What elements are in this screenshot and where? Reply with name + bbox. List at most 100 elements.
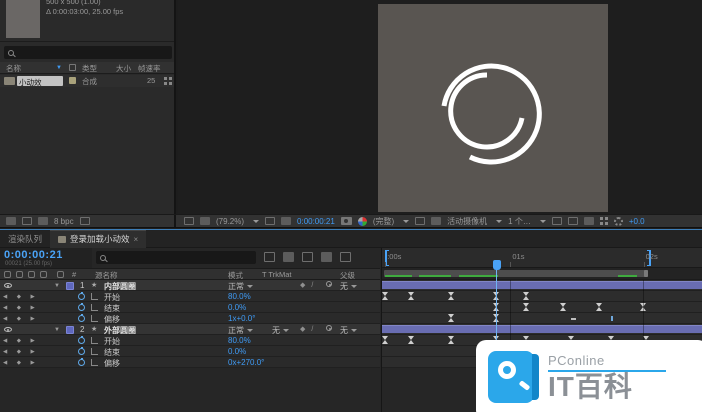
work-area-end-handle[interactable]: [644, 270, 648, 277]
pickwhip-icon[interactable]: [326, 325, 332, 331]
project-column-headers[interactable]: 名称 ▼ 类型 大小 帧速率: [0, 62, 176, 74]
item-label-color[interactable]: [69, 77, 76, 84]
selected-keyframe-icon[interactable]: [611, 316, 613, 321]
grid-guides-icon[interactable]: [265, 217, 275, 225]
project-search-input[interactable]: [4, 46, 172, 59]
layer-duration-bar[interactable]: [382, 325, 702, 333]
playhead-handle[interactable]: [493, 260, 501, 270]
solo-column-icon[interactable]: [28, 271, 35, 278]
timeline-button-icon[interactable]: [584, 217, 594, 225]
layer-duration-track[interactable]: [382, 280, 702, 291]
property-row[interactable]: ◀ ◆ ▶结束0.0%: [0, 302, 380, 313]
interpret-footage-icon[interactable]: [6, 217, 16, 225]
timeline-search-input[interactable]: [96, 251, 256, 264]
fast-preview-icon[interactable]: [568, 217, 578, 225]
current-time-block[interactable]: 0:00:00:21 00021 (25.00 fps): [0, 248, 92, 268]
graph-toggle-icon[interactable]: [91, 359, 98, 366]
pixel-aspect-icon[interactable]: [552, 217, 562, 225]
column-type[interactable]: 类型: [82, 63, 97, 74]
flowchart-icon[interactable]: [184, 217, 194, 225]
property-value[interactable]: 0x+270.0°: [228, 358, 264, 367]
stopwatch-icon[interactable]: [78, 348, 85, 355]
property-value[interactable]: 0.0%: [228, 347, 246, 356]
work-area-range[interactable]: [384, 270, 649, 277]
label-column-icon[interactable]: [57, 271, 64, 278]
property-value[interactable]: 0.0%: [228, 303, 246, 312]
graph-editor-icon[interactable]: [340, 252, 351, 262]
project-item-row[interactable]: 小动效 合成 25: [0, 75, 176, 87]
channels-icon[interactable]: [358, 217, 367, 226]
keyframe-navigator[interactable]: ◀ ◆ ▶: [3, 338, 39, 344]
new-folder-icon[interactable]: [22, 217, 32, 225]
timeline-timecode[interactable]: 0:00:00:21: [4, 249, 63, 261]
gear-icon[interactable]: [614, 217, 623, 226]
property-value[interactable]: 1x+0.0°: [228, 314, 255, 323]
graph-toggle-icon[interactable]: [91, 315, 98, 322]
hold-keyframe-icon[interactable]: [571, 318, 576, 320]
work-area-bar[interactable]: [382, 268, 702, 280]
property-row[interactable]: ◀ ◆ ▶开始80.0%: [0, 291, 380, 302]
expander-icon[interactable]: ▼: [54, 283, 60, 289]
stopwatch-icon[interactable]: [78, 337, 85, 344]
property-name[interactable]: 偏移: [104, 358, 120, 369]
layer-duration-track[interactable]: [382, 324, 702, 335]
property-row[interactable]: ◀ ◆ ▶偏移1x+0.0°: [0, 313, 380, 324]
eye-icon[interactable]: [4, 283, 12, 288]
lock-column-icon[interactable]: [40, 271, 47, 278]
expander-icon[interactable]: ▼: [54, 327, 60, 333]
layer-row[interactable]: ▼1★内部圆圈正常◆ /无: [0, 280, 380, 291]
graph-toggle-icon[interactable]: [91, 337, 98, 344]
stopwatch-icon[interactable]: [78, 304, 85, 311]
keyframe-track[interactable]: [382, 302, 702, 313]
property-value[interactable]: 80.0%: [228, 292, 251, 301]
item-name-field[interactable]: 小动效: [17, 76, 63, 86]
composition-canvas[interactable]: [378, 4, 608, 212]
tab-composition[interactable]: 登录加载小动效 ×: [50, 230, 146, 248]
pickwhip-icon[interactable]: [326, 281, 332, 287]
property-row[interactable]: ◀ ◆ ▶开始80.0%: [0, 335, 380, 346]
property-row[interactable]: ◀ ◆ ▶结束0.0%: [0, 346, 380, 357]
region-of-interest-icon[interactable]: [415, 217, 425, 225]
column-size[interactable]: 大小: [116, 63, 131, 74]
transparency-grid-icon[interactable]: [431, 217, 441, 225]
eye-icon[interactable]: [4, 327, 12, 332]
camera-view-value[interactable]: 活动摄像机: [447, 216, 487, 227]
close-icon[interactable]: ×: [134, 235, 139, 244]
graph-toggle-icon[interactable]: [91, 293, 98, 300]
keyframe-navigator[interactable]: ◀ ◆ ▶: [3, 305, 39, 311]
graph-toggle-icon[interactable]: [91, 348, 98, 355]
video-column-icon[interactable]: [4, 271, 11, 278]
resolution-value[interactable]: (完整): [373, 216, 394, 227]
column-framerate[interactable]: 帧速率: [138, 63, 161, 74]
time-ruler[interactable]: :00s01s02s: [382, 248, 702, 268]
layer-label-color[interactable]: [66, 326, 74, 334]
project-bpc[interactable]: 8 bpc: [54, 217, 74, 226]
motion-blur-icon[interactable]: [321, 252, 332, 262]
layer-switches[interactable]: ◆ /: [300, 281, 315, 289]
exposure-value[interactable]: +0.0: [629, 217, 645, 226]
viewer-timecode[interactable]: 0:00:00:21: [297, 217, 335, 226]
new-composition-icon[interactable]: [38, 217, 48, 225]
comp-flowchart-icon[interactable]: [600, 217, 608, 225]
mask-visibility-icon[interactable]: [281, 217, 291, 225]
layer-switches[interactable]: ◆ /: [300, 325, 315, 333]
property-row[interactable]: ◀ ◆ ▶偏移0x+270.0°: [0, 357, 380, 368]
layer-label-color[interactable]: [66, 282, 74, 290]
keyframe-navigator[interactable]: ◀ ◆ ▶: [3, 294, 39, 300]
keyframe-track[interactable]: [382, 313, 702, 324]
tab-render-queue[interactable]: 渲染队列: [0, 230, 50, 248]
layer-row[interactable]: ▼2★外部圆圈正常无◆ /无: [0, 324, 380, 335]
trash-icon[interactable]: [80, 217, 90, 225]
stopwatch-icon[interactable]: [78, 315, 85, 322]
snapshot-camera-icon[interactable]: [341, 217, 352, 225]
keyframe-navigator[interactable]: ◀ ◆ ▶: [3, 316, 39, 322]
stopwatch-icon[interactable]: [78, 293, 85, 300]
audio-column-icon[interactable]: [16, 271, 23, 278]
layer-duration-bar[interactable]: [382, 281, 702, 289]
stopwatch-icon[interactable]: [78, 359, 85, 366]
column-name[interactable]: 名称: [6, 63, 21, 74]
keyframe-track[interactable]: [382, 291, 702, 302]
shy-icon[interactable]: [283, 252, 294, 262]
mini-flowchart-icon[interactable]: [264, 252, 275, 262]
view-layout-value[interactable]: 1 个…: [508, 216, 531, 227]
